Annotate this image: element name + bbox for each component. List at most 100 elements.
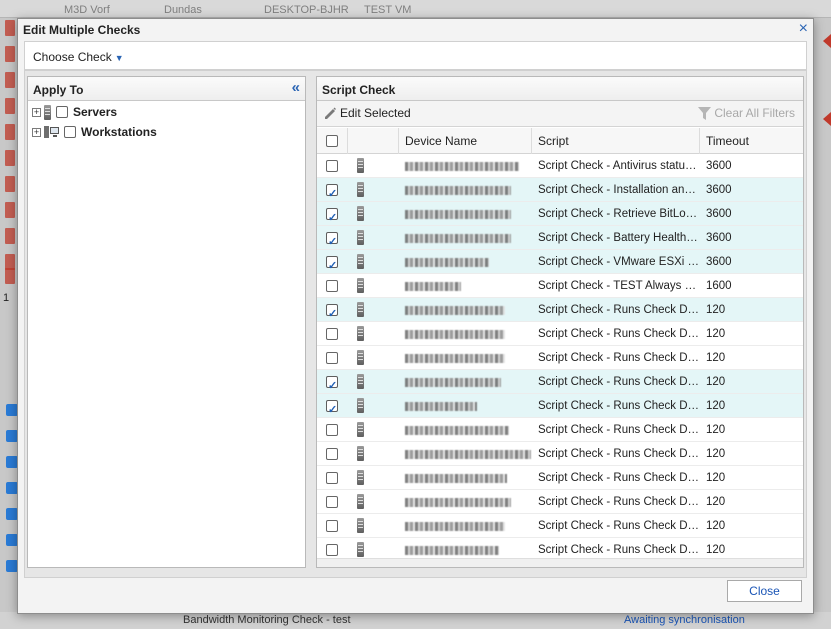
- table-row[interactable]: Script Check - TEST Always P… 1600: [317, 274, 803, 298]
- servers-checkbox[interactable]: [56, 106, 68, 118]
- background-bottom-row: Bandwidth Monitoring Check - test Awaiti…: [0, 612, 831, 629]
- row-checkbox[interactable]: [326, 302, 338, 322]
- redacted-device-name: [405, 186, 511, 195]
- workstations-checkbox[interactable]: [64, 126, 76, 138]
- tree-item-label: Servers: [73, 105, 118, 119]
- row-checkbox[interactable]: [326, 352, 338, 364]
- row-checkbox-cell: [317, 274, 347, 298]
- redacted-device-name: [405, 498, 511, 507]
- tree-item-servers[interactable]: + Servers: [32, 103, 117, 121]
- failed-check-icon: [5, 98, 15, 114]
- select-all-checkbox[interactable]: [326, 135, 338, 147]
- row-checkbox[interactable]: [326, 280, 338, 292]
- timeout-cell: 120: [706, 520, 726, 532]
- row-checkbox[interactable]: [326, 230, 338, 250]
- choose-check-dropdown[interactable]: Choose Check ▼: [33, 50, 124, 64]
- row-checkbox[interactable]: [326, 398, 338, 418]
- row-checkbox[interactable]: [326, 496, 338, 508]
- device-icon: [357, 278, 364, 293]
- failed-check-icon: [5, 20, 15, 36]
- table-row[interactable]: Script Check - Runs Check Disk 120: [317, 442, 803, 466]
- redacted-device-name: [405, 282, 461, 291]
- script-cell: Script Check - Runs Check Disk: [538, 448, 700, 460]
- alert-arrow-icon: [823, 112, 831, 126]
- redacted-device-name: [405, 162, 519, 171]
- device-icon: [357, 398, 364, 413]
- icon-column-header: [348, 128, 399, 154]
- column-header-device-name[interactable]: Device Name: [399, 128, 532, 154]
- redacted-device-name: [405, 354, 505, 363]
- workstation-icon: [44, 126, 59, 138]
- expand-icon[interactable]: +: [32, 107, 41, 117]
- table-row[interactable]: Script Check - Runs Check Disk 120: [317, 514, 803, 538]
- table-row[interactable]: Script Check - Runs Check Disk 120: [317, 466, 803, 490]
- timeout-cell: 3600: [706, 184, 732, 196]
- edit-multiple-checks-dialog: Edit Multiple Checks × Choose Check ▼ App…: [17, 18, 814, 614]
- choose-check-bar: Choose Check ▼: [24, 41, 807, 70]
- table-row[interactable]: Script Check - Installation and… 3600: [317, 178, 803, 202]
- device-icon: [357, 158, 364, 173]
- close-icon[interactable]: ×: [799, 21, 808, 37]
- column-header-timeout[interactable]: Timeout: [700, 128, 803, 154]
- table-row[interactable]: Script Check - Runs Check Disk 120: [317, 370, 803, 394]
- table-row[interactable]: Script Check - Runs Check Disk 120: [317, 490, 803, 514]
- tree-item-workstations[interactable]: + Workstations: [32, 123, 157, 141]
- table-row[interactable]: Script Check - VMware ESXi … 3600: [317, 250, 803, 274]
- script-check-title: Script Check: [322, 83, 396, 97]
- row-checkbox[interactable]: [326, 182, 338, 202]
- table-row[interactable]: Script Check - Runs Check Disk 120: [317, 298, 803, 322]
- close-button[interactable]: Close: [727, 580, 802, 602]
- edit-selected-button[interactable]: Edit Selected: [323, 106, 411, 120]
- row-checkbox[interactable]: [326, 520, 338, 532]
- select-all-cell: [317, 128, 348, 154]
- script-cell: Script Check - Runs Check Disk: [538, 496, 700, 508]
- expand-icon[interactable]: +: [32, 127, 41, 137]
- horizontal-scrollbar[interactable]: [317, 558, 803, 567]
- row-checkbox[interactable]: [326, 448, 338, 460]
- device-name-cell: [399, 442, 532, 466]
- device-icon: [357, 518, 364, 533]
- row-checkbox[interactable]: [326, 374, 338, 394]
- row-checkbox[interactable]: [326, 254, 338, 274]
- device-name-cell: [399, 154, 532, 178]
- table-row[interactable]: Script Check - Battery Health … 3600: [317, 226, 803, 250]
- script-check-panel: Script Check Edit Selected Clear All Fil…: [316, 76, 804, 568]
- redacted-device-name: [405, 402, 477, 411]
- grid-toolbar: Edit Selected Clear All Filters: [317, 101, 803, 127]
- table-row[interactable]: Script Check - Antivirus status… 3600: [317, 154, 803, 178]
- device-icon-cell: [348, 322, 399, 346]
- row-checkbox[interactable]: [326, 544, 338, 556]
- collapse-panel-icon[interactable]: «: [292, 80, 300, 96]
- table-row[interactable]: Script Check - Retrieve BitLoc… 3600: [317, 202, 803, 226]
- timeout-cell: 120: [706, 448, 726, 460]
- device-name-cell: [399, 418, 532, 442]
- row-checkbox[interactable]: [326, 424, 338, 436]
- device-name-cell: [399, 178, 532, 202]
- row-checkbox-cell: [317, 154, 347, 178]
- row-checkbox-cell: [317, 322, 347, 346]
- redacted-device-name: [405, 258, 489, 267]
- row-checkbox[interactable]: [326, 160, 338, 172]
- clear-all-filters-button[interactable]: Clear All Filters: [698, 106, 795, 120]
- failed-check-icon: [5, 124, 15, 140]
- row-checkbox-cell: [317, 394, 347, 418]
- redacted-device-name: [405, 306, 505, 315]
- failed-check-icon: [5, 228, 15, 244]
- redacted-device-name: [405, 210, 511, 219]
- background-status-icons: [0, 18, 18, 298]
- timeout-cell: 3600: [706, 232, 732, 244]
- caret-down-icon: ▼: [114, 53, 124, 63]
- redacted-device-name: [405, 546, 499, 555]
- script-cell: Script Check - Installation and…: [538, 184, 700, 196]
- row-checkbox[interactable]: [326, 328, 338, 340]
- table-row[interactable]: Script Check - Runs Check Disk 120: [317, 322, 803, 346]
- row-checkbox[interactable]: [326, 472, 338, 484]
- device-icon: [357, 470, 364, 485]
- table-row[interactable]: Script Check - Runs Check Disk 120: [317, 346, 803, 370]
- table-row[interactable]: Script Check - Runs Check Disk 120: [317, 394, 803, 418]
- device-icon: [357, 446, 364, 461]
- table-row[interactable]: Script Check - Runs Check Disk 120: [317, 418, 803, 442]
- column-header-script[interactable]: Script: [532, 128, 700, 154]
- failed-check-icon: [5, 202, 15, 218]
- row-checkbox[interactable]: [326, 206, 338, 226]
